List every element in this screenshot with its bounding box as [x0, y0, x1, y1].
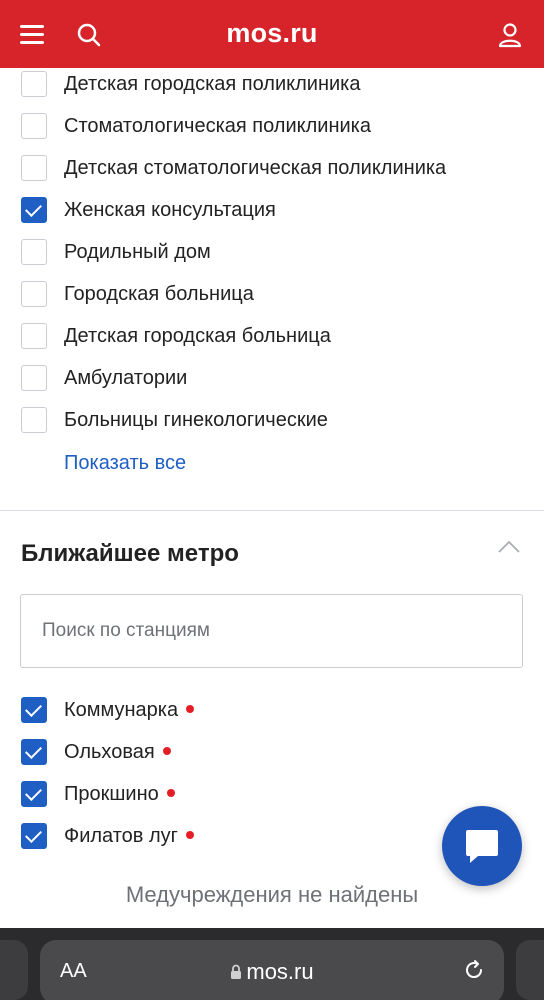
reload-icon[interactable]	[462, 958, 486, 982]
section-divider	[0, 510, 544, 511]
facility-option[interactable]: Больницы гинекологические	[0, 400, 544, 442]
facility-option-label: Стоматологическая поликлиника	[64, 115, 371, 137]
facility-option-label: Амбулатории	[64, 367, 188, 389]
facility-option[interactable]: Детская городская больница	[0, 316, 544, 358]
station-label: Филатов луг	[64, 825, 178, 847]
site-header: mos.ru	[0, 0, 544, 68]
station-option[interactable]: Коммунарка	[0, 690, 544, 732]
lock-icon	[230, 960, 242, 979]
facility-option-label: Родильный дом	[64, 241, 211, 263]
station-label: Коммунарка	[64, 699, 179, 721]
facility-option-label: Больницы гинекологические	[64, 409, 328, 431]
checkbox-checked[interactable]	[21, 197, 47, 223]
facility-option-label: Детская городская больница	[64, 325, 331, 347]
next-tab-preview[interactable]	[516, 940, 544, 1000]
checkbox-checked[interactable]	[21, 697, 47, 723]
station-label-wrap: Коммунарка	[64, 699, 195, 722]
user-icon[interactable]	[498, 22, 522, 48]
checkbox[interactable]	[21, 281, 47, 307]
checkbox[interactable]	[21, 407, 47, 433]
show-all-link[interactable]: Показать все	[64, 452, 186, 475]
checkbox[interactable]	[21, 71, 47, 97]
chat-button[interactable]	[442, 806, 522, 886]
station-label-wrap: Прокшино	[64, 783, 175, 806]
empty-results-message: Медучреждения не найдены	[125, 882, 419, 907]
checkbox[interactable]	[21, 239, 47, 265]
metro-line-dot	[166, 788, 175, 797]
station-option[interactable]: Ольховая	[0, 732, 544, 774]
checkbox-checked[interactable]	[21, 739, 47, 765]
facility-option[interactable]: Городская больница	[0, 274, 544, 316]
facility-option-label: Детская городская поликлиника	[64, 73, 361, 95]
facility-option[interactable]: Стоматологическая поликлиника	[0, 106, 544, 148]
station-search-input[interactable]	[20, 594, 523, 668]
facility-option-label: Женская консультация	[64, 199, 276, 221]
facility-option[interactable]: Женская консультация	[0, 190, 544, 232]
previous-tab-preview[interactable]	[0, 940, 28, 1000]
checkbox[interactable]	[21, 113, 47, 139]
url-display: mos.ru	[40, 959, 504, 985]
facility-option[interactable]: Родильный дом	[0, 232, 544, 274]
station-label-wrap: Ольховая	[64, 741, 171, 764]
address-bar[interactable]: AA mos.ru	[40, 940, 504, 1000]
checkbox-checked[interactable]	[21, 781, 47, 807]
metro-line-dot	[186, 704, 195, 713]
facility-option[interactable]: Детская стоматологическая поликлиника	[0, 148, 544, 190]
checkbox[interactable]	[21, 155, 47, 181]
url-text: mos.ru	[246, 959, 314, 984]
facility-option[interactable]: Детская городская поликлиника	[0, 64, 544, 106]
metro-line-dot	[162, 746, 171, 755]
facility-option[interactable]: Амбулатории	[0, 358, 544, 400]
chat-icon	[466, 830, 498, 863]
metro-line-dot	[185, 830, 194, 839]
facility-option-label: Городская больница	[64, 283, 254, 305]
checkbox-checked[interactable]	[21, 823, 47, 849]
checkbox[interactable]	[21, 365, 47, 391]
chevron-up-icon[interactable]	[498, 540, 520, 554]
checkbox[interactable]	[21, 323, 47, 349]
metro-section-title: Ближайшее метро	[21, 540, 239, 567]
site-logo[interactable]: mos.ru	[0, 18, 544, 49]
station-label: Ольховая	[64, 741, 155, 763]
facility-option-label: Детская стоматологическая поликлиника	[64, 157, 447, 179]
station-label: Прокшино	[64, 783, 159, 805]
station-label-wrap: Филатов луг	[64, 825, 194, 848]
